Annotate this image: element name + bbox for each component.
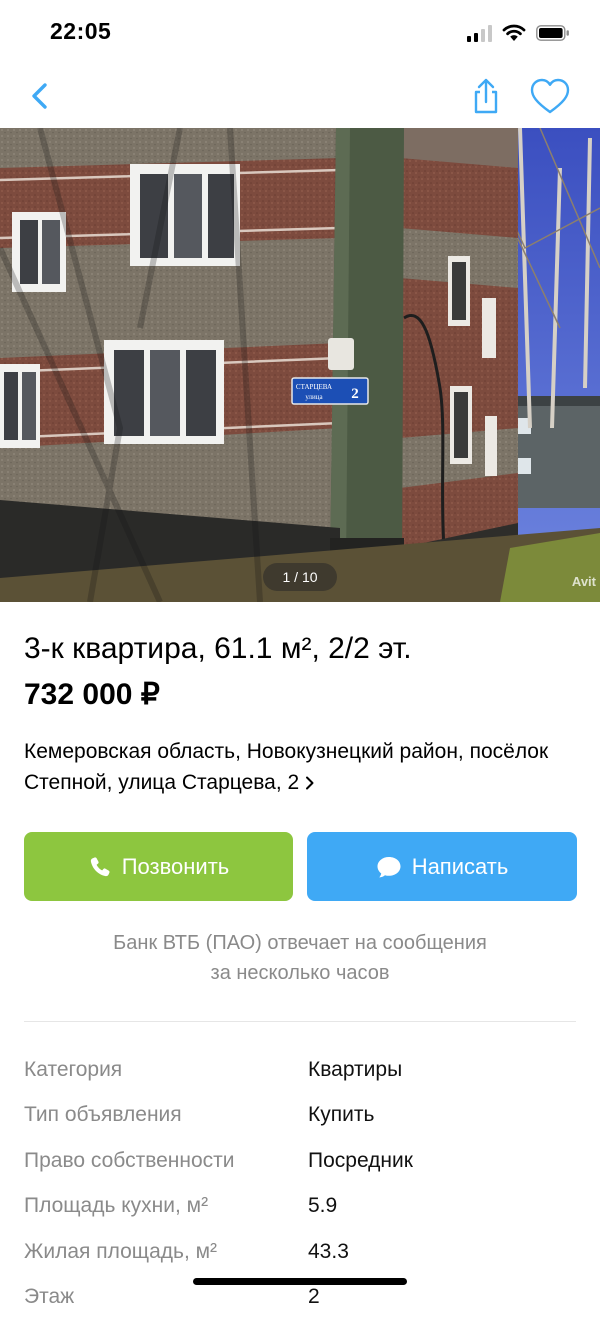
parameters-list: Категория Квартиры Тип объявления Купить… <box>24 1058 576 1330</box>
param-label: Категория <box>24 1058 123 1081</box>
favorite-button[interactable] <box>526 72 574 120</box>
param-value: Квартиры <box>308 1058 403 1081</box>
param-label: Тип объявления <box>24 1103 182 1127</box>
phone-icon <box>90 856 110 876</box>
street-sign-line1: СТАРЦЕВА <box>296 383 332 391</box>
heart-icon <box>530 78 570 114</box>
wifi-icon <box>502 24 526 41</box>
status-icons <box>467 22 570 44</box>
write-button-label: Написать <box>411 853 509 879</box>
param-label: Площадь кухни, м² <box>24 1194 209 1218</box>
param-row-listing-type: Тип объявления Купить <box>24 1103 576 1148</box>
listing-title: 3-к квартира, 61.1 м², 2/2 эт. <box>24 632 412 665</box>
listing-price: 732 000 ₽ <box>24 678 160 711</box>
seller-reply-note: Банк ВТБ (ПАО) отвечает на сообщения за … <box>24 928 576 988</box>
building-photo: СТАРЦЕВА улица 2 <box>0 128 600 602</box>
street-sign-line2: улица <box>305 393 323 401</box>
param-value: Купить <box>308 1103 375 1127</box>
watermark-logo: Avit <box>571 574 596 589</box>
status-time: 22:05 <box>50 18 112 44</box>
param-value: 43.3 <box>308 1239 349 1263</box>
call-button[interactable]: Позвонить <box>24 832 293 901</box>
address-link[interactable]: Кемеровская область, Новокузнецкий район… <box>24 736 584 798</box>
param-value: Посредник <box>308 1148 413 1172</box>
reply-note-line1: Банк ВТБ (ПАО) отвечает на сообщения <box>113 932 487 954</box>
chevron-right-icon <box>306 776 314 790</box>
param-value: 2 <box>308 1284 320 1308</box>
divider <box>24 1021 576 1022</box>
share-icon <box>474 78 498 114</box>
street-sign-number: 2 <box>351 386 359 402</box>
status-bar: 22:05 <box>0 0 600 64</box>
back-button[interactable] <box>16 72 64 120</box>
call-button-label: Позвонить <box>121 853 230 879</box>
param-row-kitchen-area: Площадь кухни, м² 5.9 <box>24 1194 576 1239</box>
message-bubble-icon <box>377 856 401 877</box>
param-value: 5.9 <box>308 1194 338 1218</box>
battery-icon <box>536 25 569 41</box>
param-label: Право собственности <box>24 1148 235 1172</box>
reply-note-line2: за несколько часов <box>210 962 390 984</box>
address-text: Кемеровская область, Новокузнецкий район… <box>24 740 549 794</box>
navigation-bar <box>0 64 600 128</box>
param-label: Жилая площадь, м² <box>24 1239 218 1263</box>
param-row-floor: Этаж 2 <box>24 1285 576 1330</box>
listing-photo[interactable]: СТАРЦЕВА улица 2 <box>0 128 600 602</box>
home-indicator[interactable] <box>193 1278 407 1285</box>
write-message-button[interactable]: Написать <box>307 832 577 901</box>
param-row-category: Категория Квартиры <box>24 1058 576 1103</box>
share-button[interactable] <box>462 72 510 120</box>
chevron-left-icon <box>32 83 47 109</box>
cellular-signal-icon <box>467 24 492 42</box>
param-row-ownership: Право собственности Посредник <box>24 1149 576 1194</box>
photo-counter: 1 / 10 <box>263 563 337 591</box>
param-label: Этаж <box>24 1284 75 1308</box>
